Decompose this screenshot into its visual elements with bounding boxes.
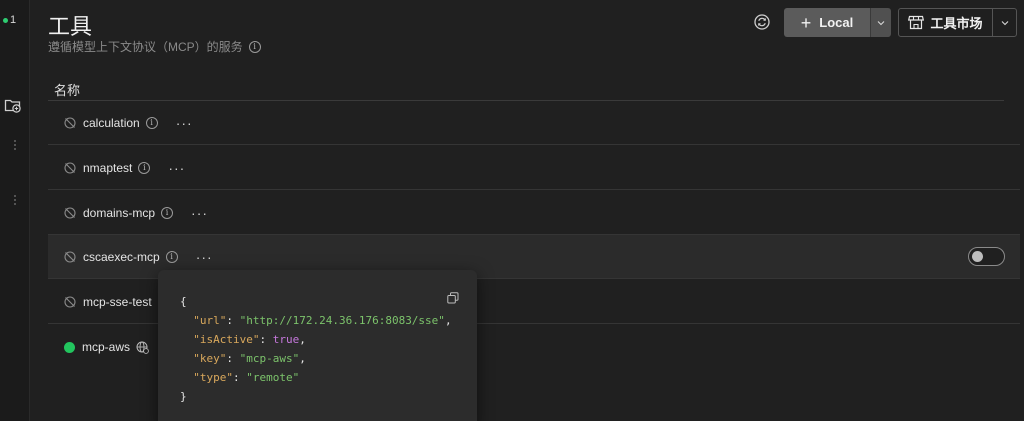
json-open-brace: { [180, 295, 187, 308]
store-icon [908, 15, 925, 30]
row-name: mcp-sse-test [83, 294, 152, 309]
info-icon[interactable]: i [161, 206, 174, 219]
info-icon[interactable]: i [165, 250, 178, 263]
row-name: domains-mcp [83, 205, 156, 220]
more-options-icon[interactable]: ··· [176, 116, 193, 130]
table-row[interactable]: calculation i ··· [48, 101, 1020, 145]
disabled-icon [64, 295, 76, 308]
add-local-label: Local [819, 15, 854, 30]
json-line-isactive: "isActive": true, [193, 333, 306, 346]
json-comma: , [299, 352, 306, 365]
json-value: "remote" [246, 371, 300, 384]
json-comma: , [444, 314, 452, 327]
row-name: calculation [83, 115, 140, 130]
json-line-type: "type": "remote" [193, 371, 300, 384]
json-key: "key" [193, 352, 227, 365]
disabled-icon [64, 250, 76, 263]
market-dropdown-button[interactable] [992, 9, 1016, 36]
online-dot-icon [3, 17, 8, 23]
table-row[interactable]: domains-mcp i ··· [48, 191, 1020, 235]
local-dropdown-button[interactable] [870, 8, 891, 37]
info-icon[interactable]: i [248, 40, 261, 53]
page-subtitle: 遵循模型上下文协议（MCP）的服务 i [48, 38, 261, 55]
add-local-button[interactable]: + Local [784, 8, 870, 37]
plus-icon: + [800, 12, 812, 33]
remote-globe-icon [136, 341, 149, 354]
table-row[interactable]: nmaptest i ··· [48, 146, 1020, 190]
tool-market-group: 工具市场 [898, 8, 1017, 37]
add-local-group: + Local [784, 8, 891, 37]
status-indicator[interactable]: 1 [3, 14, 16, 26]
config-popup: { "url": "http://172.24.36.176:8083/sse"… [158, 270, 477, 421]
json-line-key: "key": "mcp-aws", [193, 352, 306, 365]
disabled-icon [64, 206, 76, 219]
chevron-down-icon [1001, 20, 1008, 25]
page-title: 工具 [48, 14, 93, 39]
left-rail: 1 [0, 0, 30, 421]
more-options-icon[interactable]: ··· [191, 206, 208, 220]
toggle-knob [972, 251, 983, 262]
tool-market-button[interactable]: 工具市场 [899, 9, 992, 36]
json-key: "isActive" [193, 333, 260, 346]
refresh-icon[interactable] [752, 12, 772, 32]
json-close-brace: } [180, 390, 187, 403]
active-status-dot [64, 341, 75, 353]
json-comma: , [299, 333, 306, 346]
json-key: "type" [193, 371, 233, 384]
row-name: nmaptest [83, 160, 133, 175]
column-header-name: 名称 [54, 83, 81, 98]
json-value: "mcp-aws" [239, 352, 300, 365]
json-value: "http://172.24.36.176:8083/sse" [239, 314, 445, 327]
status-count: 1 [10, 14, 17, 26]
row-name: cscaexec-mcp [83, 249, 160, 264]
disabled-icon [64, 161, 76, 174]
folder-add-icon[interactable] [4, 97, 22, 113]
json-key: "url" [193, 314, 227, 327]
copy-icon[interactable] [447, 292, 459, 304]
drag-handle-icon[interactable] [14, 140, 17, 150]
chevron-down-icon [877, 20, 885, 25]
disabled-icon [64, 116, 76, 129]
json-line-url: "url": "http://172.24.36.176:8083/sse", [193, 314, 452, 327]
mcp-tools-page: 1 工具 遵循模型上下文协议（MCP）的服务 i + Local 工具市场 名称… [0, 0, 1024, 421]
drag-handle-icon[interactable] [14, 195, 17, 205]
more-options-icon[interactable]: ··· [168, 161, 185, 175]
json-value: true [272, 333, 300, 346]
tool-market-label: 工具市场 [930, 16, 983, 31]
row-name: mcp-aws [82, 340, 131, 354]
info-icon[interactable]: i [138, 161, 151, 174]
subtitle-text: 遵循模型上下文协议（MCP）的服务 [48, 40, 243, 54]
more-options-icon[interactable]: ··· [196, 250, 213, 264]
info-icon[interactable]: i [145, 116, 158, 129]
enable-toggle[interactable] [968, 247, 1005, 266]
